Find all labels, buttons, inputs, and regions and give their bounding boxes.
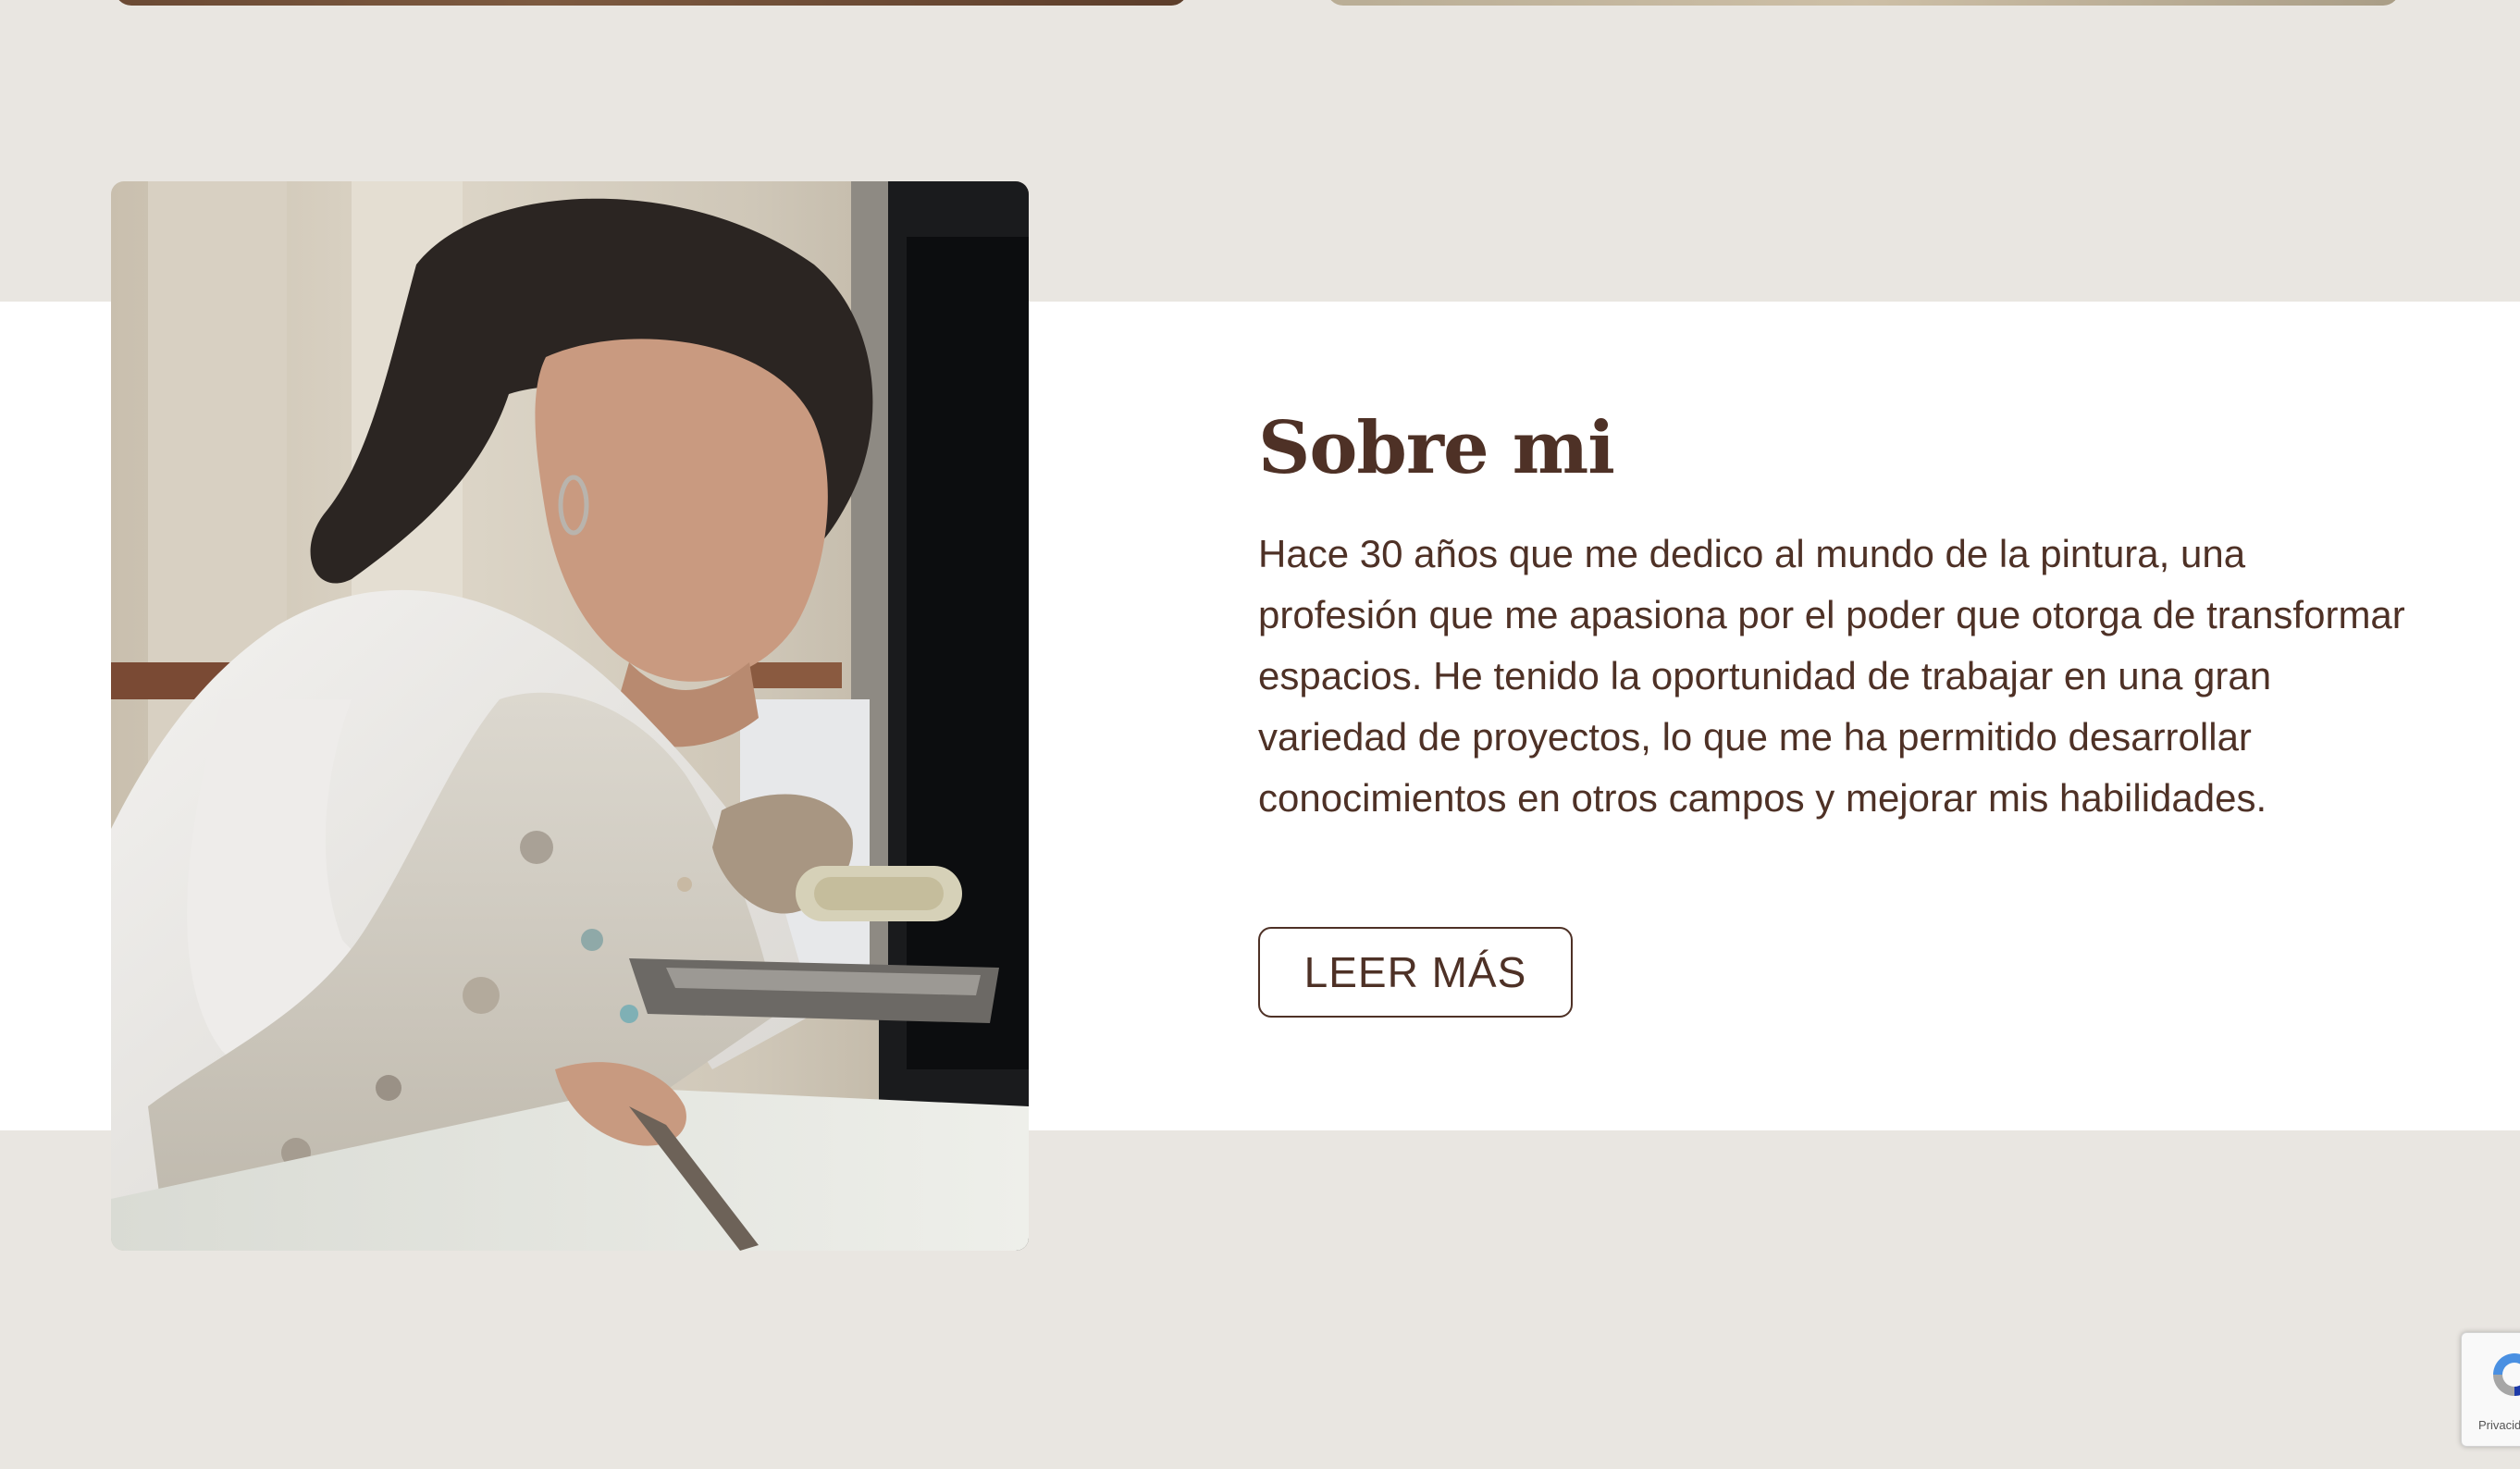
about-heading: Sobre mi [1258, 406, 1615, 490]
recaptcha-privacy-link[interactable]: Privacidad [2478, 1418, 2520, 1432]
about-description: Hace 30 años que me dedico al mundo de l… [1258, 532, 2405, 820]
painter-photo [111, 181, 1029, 1251]
recaptcha-badge[interactable]: Privacidad [2461, 1332, 2520, 1447]
gallery-card-image-left[interactable] [115, 0, 1188, 6]
painter-photo-illustration [111, 181, 1029, 1251]
read-more-button[interactable]: LEER MÁS [1258, 927, 1573, 1018]
gallery-card-image-right[interactable] [1327, 0, 2400, 6]
recaptcha-icon [2493, 1353, 2520, 1396]
about-section: Sobre mi Hace 30 años que me dedico al m… [1258, 398, 2405, 829]
